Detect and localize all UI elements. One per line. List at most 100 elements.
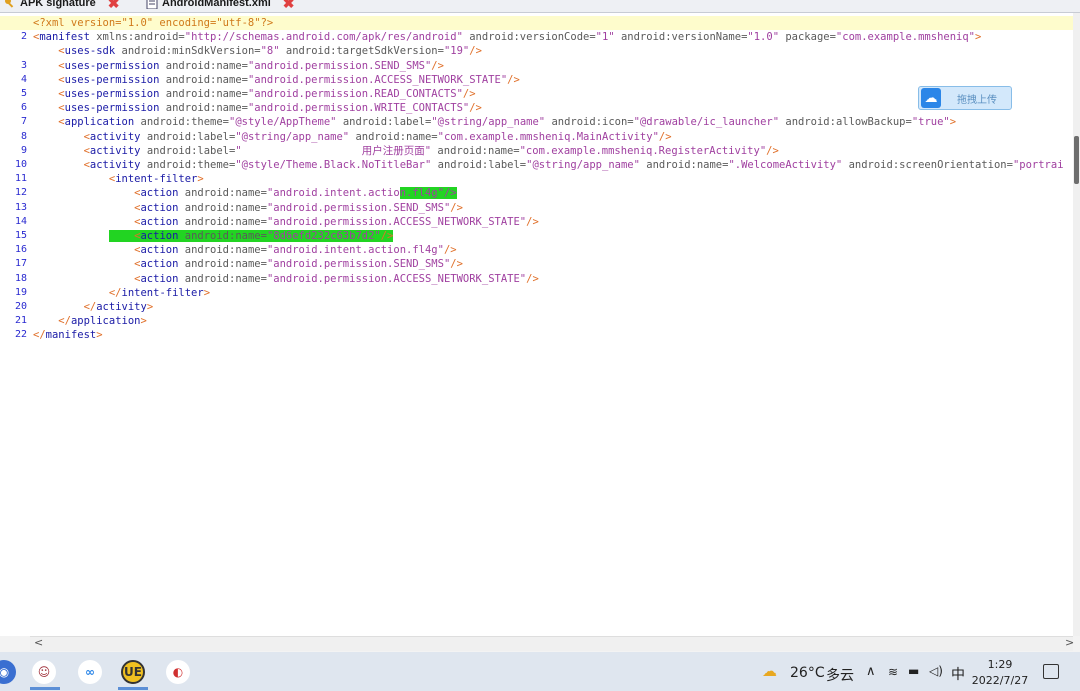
line-number: 16 xyxy=(14,244,27,256)
active-app-indicator xyxy=(118,687,148,690)
code-text: <action android:name="8d6efd232c63b7d2"/… xyxy=(33,229,394,243)
line-number: 12 xyxy=(14,187,27,199)
code-line[interactable]: 13 <action android:name="android.permiss… xyxy=(0,201,1073,215)
weather-temp[interactable]: 26°C xyxy=(790,665,825,681)
active-app-indicator xyxy=(30,687,60,690)
code-text: <intent-filter> xyxy=(108,173,204,186)
line-number: 9 xyxy=(20,144,27,156)
code-text: <application android:theme="@style/AppTh… xyxy=(58,116,957,129)
line-number: 11 xyxy=(14,173,27,185)
line-number: 2 xyxy=(20,31,27,43)
code-line[interactable]: 12 <action android:name="android.intent.… xyxy=(0,186,1073,200)
code-text: <action android:name="android.permission… xyxy=(134,258,463,271)
close-icon[interactable]: ✖ xyxy=(108,0,120,12)
code-text: <uses-permission android:name="android.p… xyxy=(58,59,444,72)
line-number: 10 xyxy=(14,159,27,170)
line-number: 4 xyxy=(20,73,27,85)
horizontal-scrollbar[interactable] xyxy=(30,636,1073,651)
line-number: 5 xyxy=(20,88,27,99)
code-text: <action android:name="android.intent.act… xyxy=(134,244,457,257)
line-number: 19 xyxy=(14,286,27,298)
wifi-icon[interactable]: ≋ xyxy=(888,665,898,679)
tab-androidmanifest[interactable]: AndroidManifest.xml ✖ xyxy=(146,0,295,12)
tab-label: AndroidManifest.xml xyxy=(162,0,271,9)
code-line[interactable]: 21 </application> xyxy=(0,314,1073,328)
code-text: <activity android:theme="@style/Theme.Bl… xyxy=(83,159,1064,171)
ue-editor-icon[interactable]: UE xyxy=(121,660,145,684)
line-number: 8 xyxy=(20,130,27,142)
line-number: 14 xyxy=(14,215,27,227)
line-number: 22 xyxy=(14,329,27,341)
key-icon xyxy=(4,0,16,9)
upload-label: 拖拽上传 xyxy=(957,94,997,106)
avatar-icon[interactable]: ☺ xyxy=(32,660,56,684)
code-line[interactable]: 2 <manifest xmlns:android="http://schemas… xyxy=(0,30,1073,44)
notification-icon[interactable] xyxy=(1043,664,1059,679)
battery-icon[interactable]: ▬ xyxy=(908,664,919,678)
code-text: <uses-sdk android:minSdkVersion="8" andr… xyxy=(58,45,482,58)
drag-upload-widget[interactable]: ☁ 拖拽上传 xyxy=(918,86,1012,110)
code-line[interactable]: 22 </manifest> xyxy=(0,328,1073,342)
code-line[interactable]: 7 <application android:theme="@style/App… xyxy=(0,115,1073,129)
vertical-scroll-thumb[interactable] xyxy=(1074,136,1079,184)
chevron-up-icon[interactable]: ∧ xyxy=(866,664,876,679)
tab-strip: APK signature ✖ AndroidManifest.xml ✖ xyxy=(0,0,1080,13)
code-line[interactable]: 10 <activity android:theme="@style/Theme… xyxy=(0,158,1073,172)
code-text: <uses-permission android:name="android.p… xyxy=(58,102,482,115)
code-line[interactable]: 6 <uses-permission android:name="android… xyxy=(0,101,1073,115)
browser-icon[interactable]: ◐ xyxy=(166,660,190,684)
weather-icon[interactable]: ☁ xyxy=(762,662,777,680)
code-text: <?xml version="1.0" encoding="utf-8"?> xyxy=(33,17,274,29)
code-text: <action android:name="android.permission… xyxy=(134,272,539,285)
scroll-left-arrow-icon[interactable]: < xyxy=(34,636,43,649)
code-text: <manifest xmlns:android="http://schemas.… xyxy=(33,31,982,44)
code-line[interactable]: 8 <activity android:label="@string/app_n… xyxy=(0,130,1073,144)
code-line[interactable]: 17 <action android:name="android.permiss… xyxy=(0,257,1073,271)
code-line[interactable]: <uses-sdk android:minSdkVersion="8" andr… xyxy=(0,44,1073,58)
line-number: 18 xyxy=(14,272,27,284)
volume-icon[interactable]: ◁) xyxy=(929,664,943,678)
code-text: <uses-permission android:name="android.p… xyxy=(58,88,476,100)
line-number: 17 xyxy=(14,258,27,270)
system-clock[interactable]: 1:29 2022/7/27 xyxy=(970,657,1030,689)
code-line[interactable]: 20 </activity> xyxy=(0,300,1073,314)
code-text: </intent-filter> xyxy=(108,286,211,299)
ime-indicator[interactable]: 中 xyxy=(951,664,965,684)
code-text: </application> xyxy=(58,315,147,328)
code-line[interactable]: 11 <intent-filter> xyxy=(0,172,1073,186)
cloud-icon: ☁ xyxy=(921,88,941,108)
code-text: </manifest> xyxy=(33,329,103,342)
code-text: <action android:name="android.permission… xyxy=(134,201,463,214)
code-text: <activity android:label="@string/app_nam… xyxy=(83,130,672,143)
code-editor[interactable]: <?xml version="1.0" encoding="utf-8"?> 2 <… xyxy=(0,13,1074,636)
scroll-right-arrow-icon[interactable]: > xyxy=(1065,636,1074,649)
line-number: 7 xyxy=(20,116,27,128)
code-line[interactable]: 9 <activity android:label=" 用户注册页面" andr… xyxy=(0,144,1073,158)
code-text: </activity> xyxy=(83,301,154,313)
code-line[interactable]: <?xml version="1.0" encoding="utf-8"?> xyxy=(0,16,1073,30)
vertical-scrollbar[interactable] xyxy=(1073,13,1080,636)
code-text: <activity android:label=" 用户注册页面" androi… xyxy=(83,144,779,157)
line-number: 13 xyxy=(14,201,27,213)
code-line[interactable]: 5 <uses-permission android:name="android… xyxy=(0,87,1073,101)
code-line[interactable]: 16 <action android:name="android.intent.… xyxy=(0,243,1073,257)
code-line[interactable]: 19 </intent-filter> xyxy=(0,286,1073,300)
code-text: <uses-permission android:name="android.p… xyxy=(58,73,520,86)
code-line[interactable]: 14 <action android:name="android.permiss… xyxy=(0,215,1073,229)
document-icon xyxy=(146,0,158,10)
line-number: 21 xyxy=(14,315,27,327)
code-line[interactable]: 18 <action android:name="android.permiss… xyxy=(0,272,1073,286)
baidu-netdisk-icon[interactable]: ∞ xyxy=(78,660,102,684)
clock-date: 2022/7/27 xyxy=(971,674,1029,687)
line-number: 15 xyxy=(14,230,27,241)
line-number: 3 xyxy=(20,59,27,71)
code-line[interactable]: 4 <uses-permission android:name="android… xyxy=(0,73,1073,87)
code-line[interactable]: 3 <uses-permission android:name="android… xyxy=(0,59,1073,73)
tab-apk-signature[interactable]: APK signature ✖ xyxy=(4,0,120,12)
code-text: <action android:name="android.intent.act… xyxy=(134,187,457,200)
close-icon[interactable]: ✖ xyxy=(283,0,295,12)
code-line[interactable]: 15 <action android:name="8d6efd232c63b7d… xyxy=(0,229,1073,243)
line-number: 6 xyxy=(20,102,27,114)
clock-time: 1:29 xyxy=(987,658,1013,671)
weather-desc[interactable]: 多云 xyxy=(826,665,854,685)
